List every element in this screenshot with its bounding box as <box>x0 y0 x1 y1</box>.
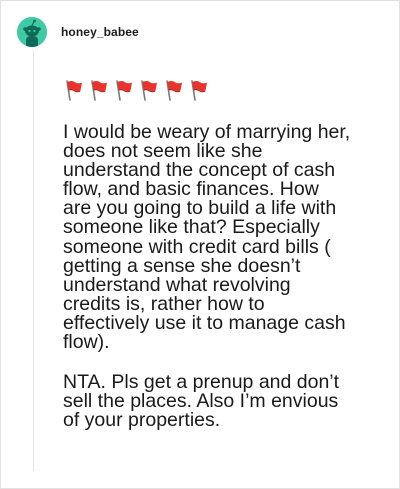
red-flag-icon <box>166 80 182 101</box>
comment-paragraph-1: I would be weary of marrying her, does n… <box>63 121 351 354</box>
comment-card: honey_babee I would be weary of marrying… <box>0 0 400 489</box>
snoo-avatar-icon <box>17 17 47 47</box>
comment-author[interactable]: honey_babee <box>61 25 139 39</box>
red-flag-icon <box>66 80 82 101</box>
red-flag-icon <box>116 80 132 101</box>
comment-paragraph-2: NTA. Pls get a prenup and don’t sell the… <box>63 371 340 432</box>
emoji-row <box>63 79 208 101</box>
red-flag-icon <box>191 80 207 101</box>
red-flag-icon <box>91 80 107 101</box>
thread-line[interactable] <box>33 51 34 471</box>
user-avatar[interactable] <box>17 17 47 47</box>
comment-body: I would be weary of marrying her, does n… <box>63 121 395 451</box>
red-flag-icon <box>141 80 157 101</box>
